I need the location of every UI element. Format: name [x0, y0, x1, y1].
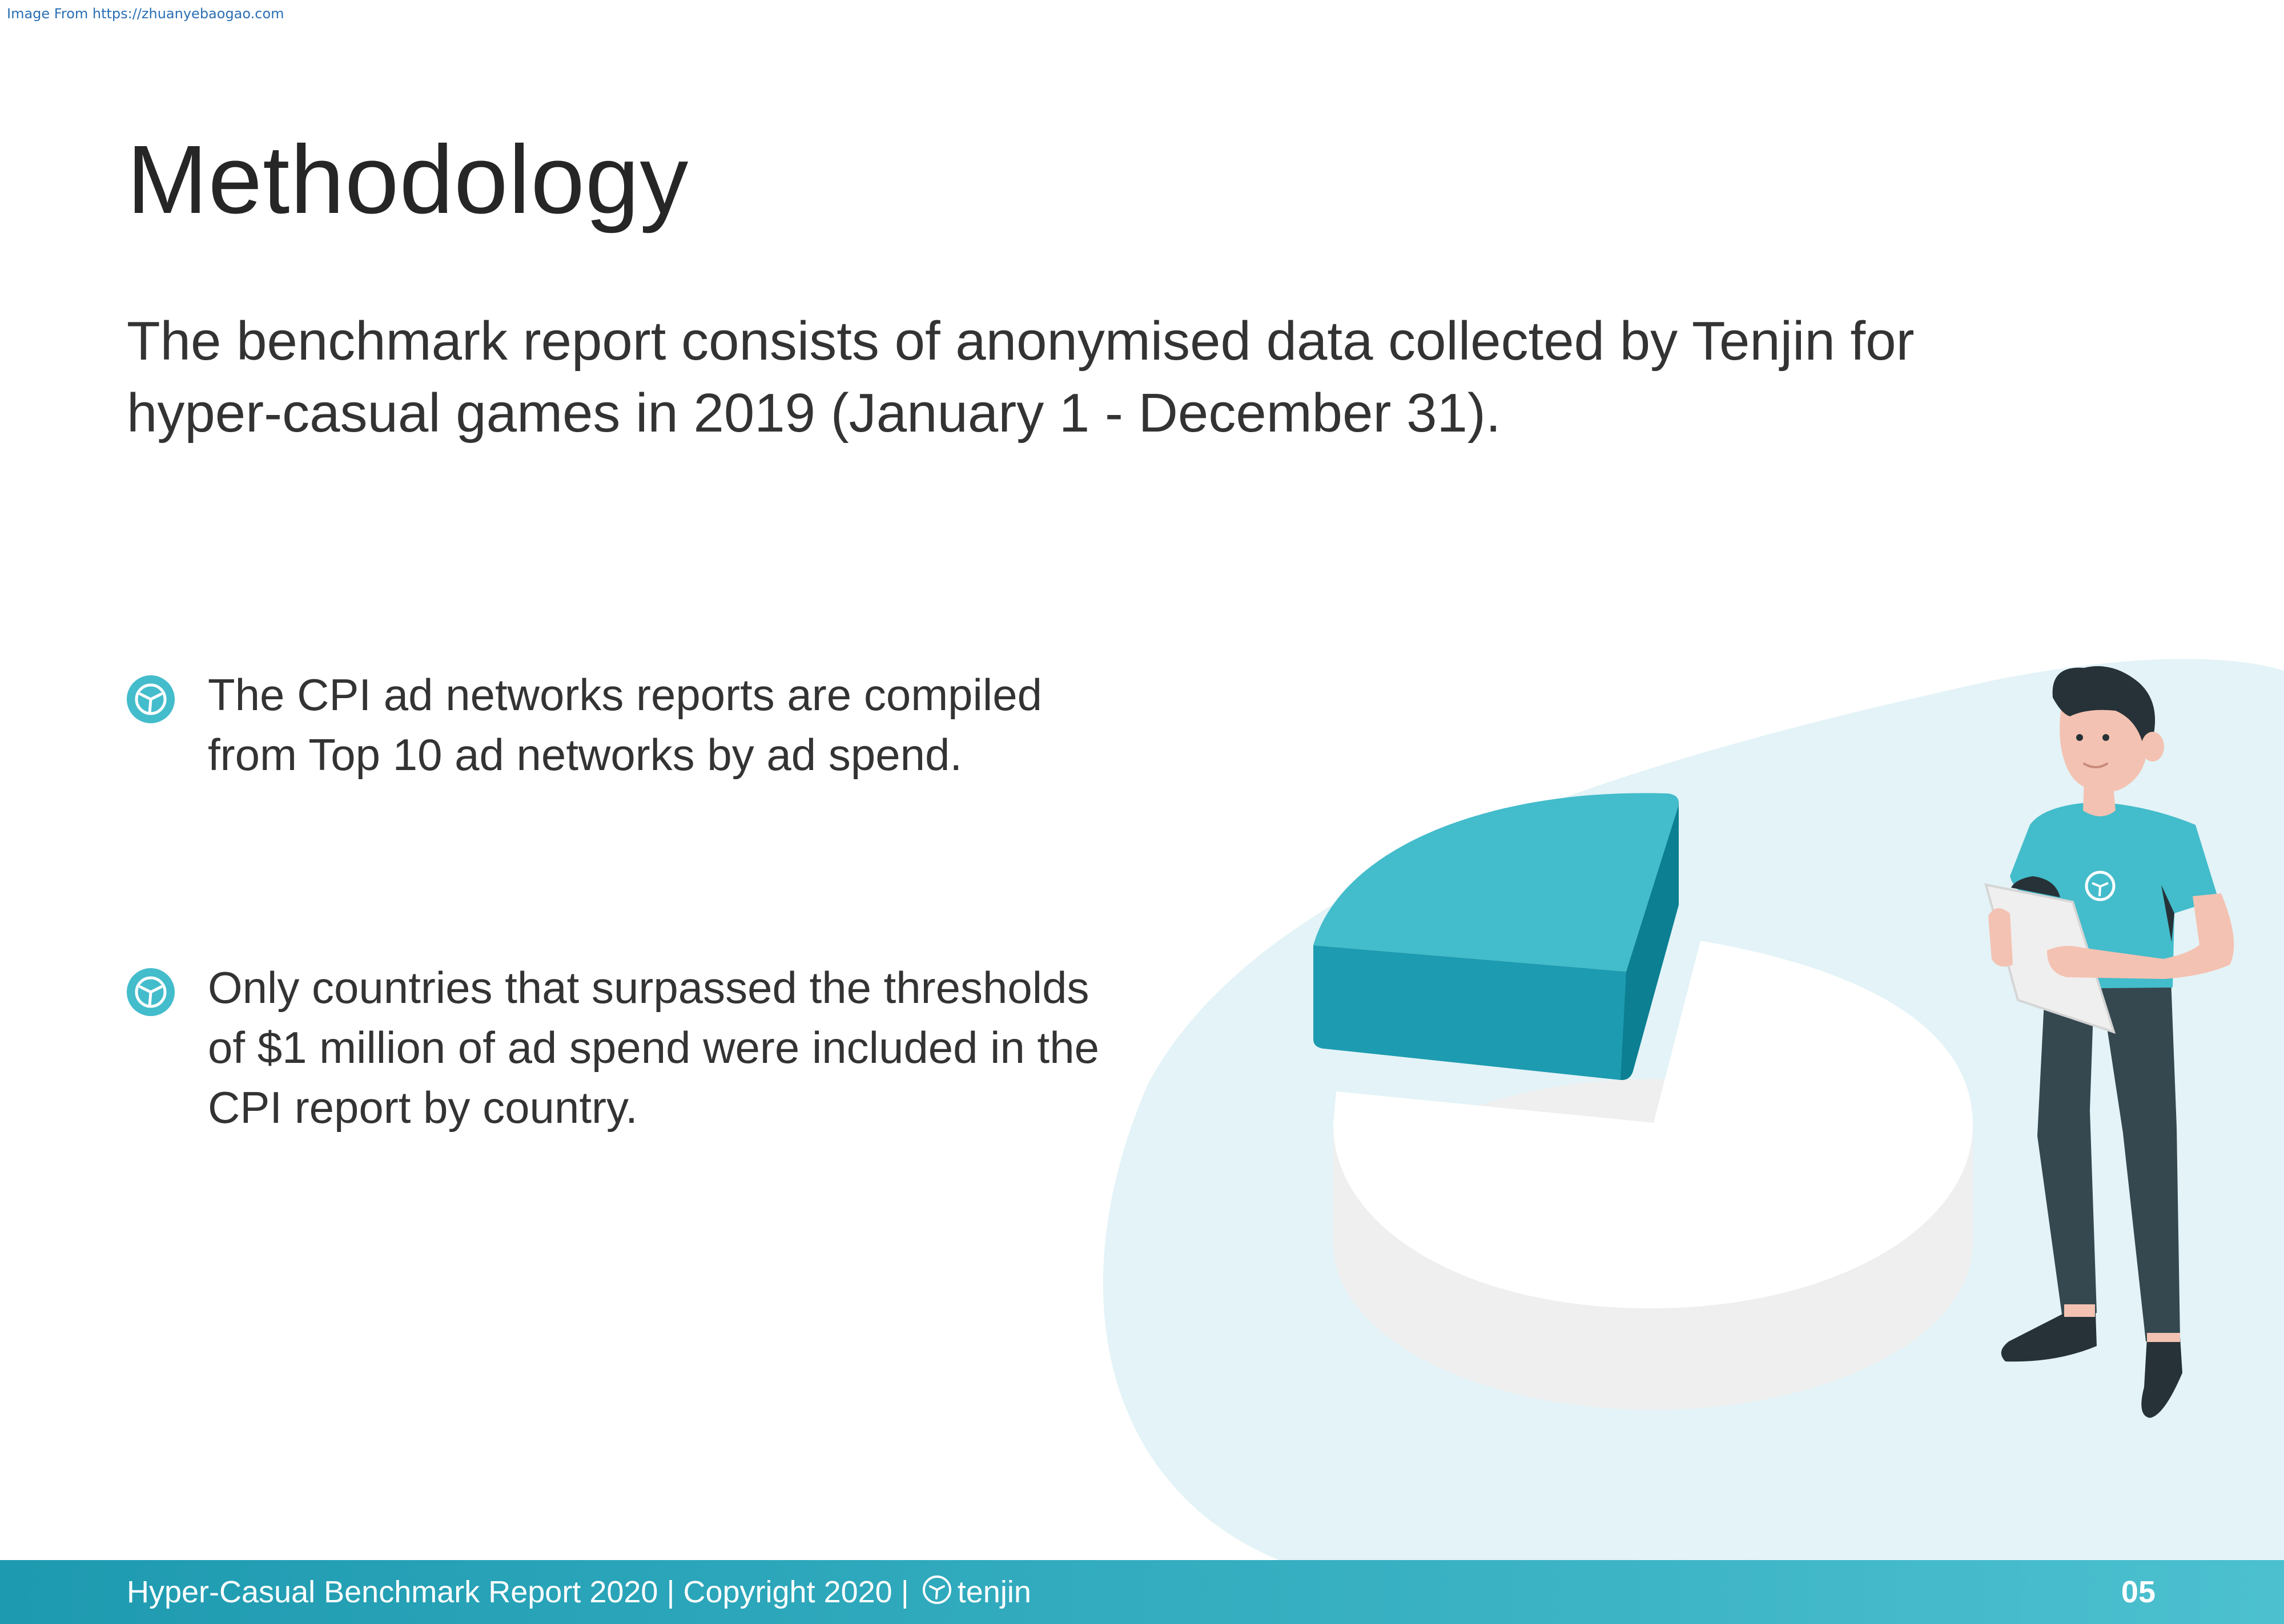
person-right-ankle — [2147, 1333, 2180, 1342]
footer-copyright-text: Hyper-Casual Benchmark Report 2020 | Cop… — [127, 1575, 909, 1609]
page-number: 05 — [2121, 1575, 2156, 1609]
person-left-hand — [1988, 908, 2013, 967]
pie-chart-illustration — [1103, 659, 2284, 1560]
person-left-ankle — [2064, 1304, 2095, 1317]
tenjin-logo-icon — [922, 1575, 951, 1604]
pie-slice-raised — [1313, 793, 1679, 1081]
footer-brand-name: tenjin — [957, 1575, 1031, 1609]
footer-copyright: Hyper-Casual Benchmark Report 2020 | Cop… — [127, 1574, 1031, 1610]
footer-bar: Hyper-Casual Benchmark Report 2020 | Cop… — [0, 1560, 2284, 1624]
